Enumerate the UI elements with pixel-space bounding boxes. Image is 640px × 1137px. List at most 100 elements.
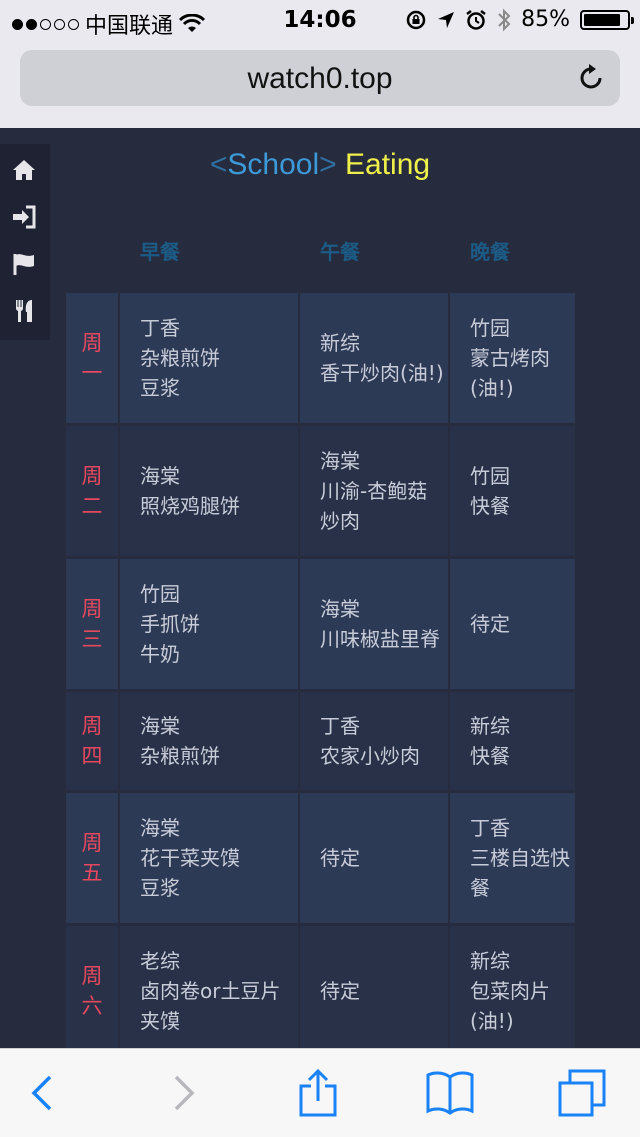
status-right: 85%: [405, 7, 634, 32]
breakfast-cell-line: 牛奶: [140, 642, 180, 666]
day-cell-line: 四: [81, 744, 103, 768]
breakfast-cell-line: 豆浆: [140, 376, 180, 400]
lunch-cell-line: 香干炒肉(油!): [320, 361, 444, 385]
url-text[interactable]: watch0.top: [20, 62, 620, 96]
breakfast-cell: 海棠 花干菜夹馍 豆浆: [120, 793, 298, 923]
breakfast-cell-line: 竹园: [140, 582, 180, 606]
bracket-open: <: [209, 148, 228, 181]
lunch-cell: 海棠川渝-杏鲍菇 炒肉: [300, 426, 448, 556]
breakfast-cell-line: 照烧鸡腿饼: [140, 494, 240, 518]
day-cell: 周三: [66, 559, 118, 689]
day-cell-line: 六: [81, 994, 103, 1018]
reload-icon[interactable]: [576, 63, 606, 93]
day-cell: 周六: [66, 926, 118, 1056]
cutlery-icon[interactable]: [12, 299, 36, 323]
day-cell-line: 周: [81, 831, 103, 855]
breakfast-cell-line: 杂粮煎饼: [140, 744, 220, 768]
day-cell-line: 周: [81, 597, 103, 621]
back-icon[interactable]: [20, 1069, 68, 1117]
tabs-icon[interactable]: [558, 1069, 606, 1117]
lunch-cell-line: 川味椒盐里脊: [320, 627, 440, 651]
dinner-cell-line: 竹园: [470, 316, 510, 340]
brand-eating: Eating: [345, 148, 431, 181]
flag-icon[interactable]: [12, 252, 36, 276]
breakfast-cell: 丁香 杂粮煎饼 豆浆: [120, 293, 298, 423]
breakfast-cell-line: 花干菜夹馍: [140, 846, 240, 870]
breakfast-cell: 竹园 手抓饼 牛奶: [120, 559, 298, 689]
breakfast-cell: 老综卤肉卷or土豆片 夹馍: [120, 926, 298, 1056]
dinner-cell-line: 新综: [470, 714, 510, 738]
dinner-cell-line: 快餐: [470, 744, 510, 768]
dinner-cell: 待定: [450, 559, 575, 689]
sign-in-icon[interactable]: [12, 205, 36, 229]
table-row: 周一丁香 杂粮煎饼 豆浆 新综 香干炒肉(油!) 竹园 蒙古烤肉 (油!): [66, 293, 575, 423]
battery-percent: 85%: [521, 7, 570, 32]
breakfast-cell-line: 海棠: [140, 464, 180, 488]
day-cell-line: 周: [81, 964, 103, 988]
share-icon[interactable]: [294, 1069, 342, 1117]
breakfast-cell-line: 卤肉卷or土豆片: [140, 979, 281, 1003]
breakfast-cell-line: 夹馍: [140, 1009, 180, 1033]
dinner-cell-line: 蒙古烤肉: [470, 346, 550, 370]
breakfast-cell-line: 海棠: [140, 816, 180, 840]
table-row: 周四海棠 杂粮煎饼 丁香 农家小炒肉 新综 快餐: [66, 692, 575, 790]
day-cell: 周一: [66, 293, 118, 423]
day-cell: 周四: [66, 692, 118, 790]
table-row: 周三竹园 手抓饼 牛奶 海棠川味椒盐里脊 待定: [66, 559, 575, 689]
day-cell-line: 周: [81, 331, 103, 355]
dinner-cell-line: 三楼自选快: [470, 846, 570, 870]
table-row: 周二海棠 照烧鸡腿饼 海棠 川渝-杏鲍菇 炒肉 竹园 快餐: [66, 426, 575, 556]
browser-header: watch0.top: [0, 40, 640, 128]
status-bar: 中国联通 14:06 85%: [0, 0, 640, 40]
lunch-cell-line: 丁香: [320, 714, 360, 738]
column-header-lunch: 午餐: [320, 240, 360, 264]
breakfast-cell-line: 老综: [140, 949, 180, 973]
browser-toolbar: [0, 1048, 640, 1137]
forward-icon[interactable]: [160, 1069, 208, 1117]
day-cell-line: 周: [81, 464, 103, 488]
bracket-close: >: [319, 148, 337, 181]
dinner-cell-line: 快餐: [470, 494, 510, 518]
lunch-cell-line: 海棠: [320, 449, 360, 473]
lunch-cell-line: 新综: [320, 331, 360, 355]
day-cell-line: 一: [81, 361, 103, 385]
dinner-cell-line: (油!): [470, 1009, 514, 1033]
lunch-cell-line: 农家小炒肉: [320, 744, 420, 768]
lunch-cell: 待定: [300, 926, 448, 1056]
lunch-cell-line: 海棠: [320, 597, 360, 621]
dinner-cell: 竹园蒙古烤肉 (油!): [450, 293, 575, 423]
breakfast-cell-line: 杂粮煎饼: [140, 346, 220, 370]
breakfast-cell-line: 丁香: [140, 316, 180, 340]
lunch-cell-line: 川渝-杏鲍菇: [320, 479, 428, 503]
dinner-cell-line: 竹园: [470, 464, 510, 488]
breakfast-cell-line: 豆浆: [140, 876, 180, 900]
alarm-icon: [466, 9, 486, 30]
lunch-cell: 丁香 农家小炒肉: [300, 692, 448, 790]
lunch-cell: 新综香干炒肉(油!): [300, 293, 448, 423]
rotation-lock-icon: [406, 10, 426, 29]
table-row: 周六老综 卤肉卷or土豆片 夹馍 待定 新综 包菜肉片 (油!): [66, 926, 575, 1056]
address-bar[interactable]: watch0.top: [20, 50, 620, 106]
breakfast-cell: 海棠 杂粮煎饼: [120, 692, 298, 790]
day-cell: 周二: [66, 426, 118, 556]
dinner-cell-line: 丁香: [470, 816, 510, 840]
lunch-cell-line: 待定: [320, 846, 360, 870]
dinner-cell-line: 包菜肉片: [470, 979, 550, 1003]
breakfast-cell-line: 海棠: [140, 714, 180, 738]
page-title: <School> Eating: [0, 148, 640, 182]
dinner-cell: 丁香 三楼自选快餐: [450, 793, 575, 923]
day-cell-line: 五: [81, 861, 103, 885]
bookmarks-icon[interactable]: [426, 1069, 474, 1117]
day-cell-line: 二: [81, 494, 103, 518]
location-icon: [438, 11, 455, 28]
dinner-cell-line: 餐: [470, 876, 490, 900]
dinner-cell-line: 新综: [470, 949, 510, 973]
day-cell: 周五: [66, 793, 118, 923]
lunch-cell-line: 炒肉: [320, 509, 360, 533]
lunch-cell-line: 待定: [320, 979, 360, 1003]
dinner-cell: 竹园 快餐: [450, 426, 575, 556]
dinner-cell-line: (油!): [470, 376, 514, 400]
lunch-cell: 海棠 川味椒盐里脊: [300, 559, 448, 689]
brand-school: School: [227, 148, 320, 181]
day-cell-line: 三: [81, 627, 103, 651]
